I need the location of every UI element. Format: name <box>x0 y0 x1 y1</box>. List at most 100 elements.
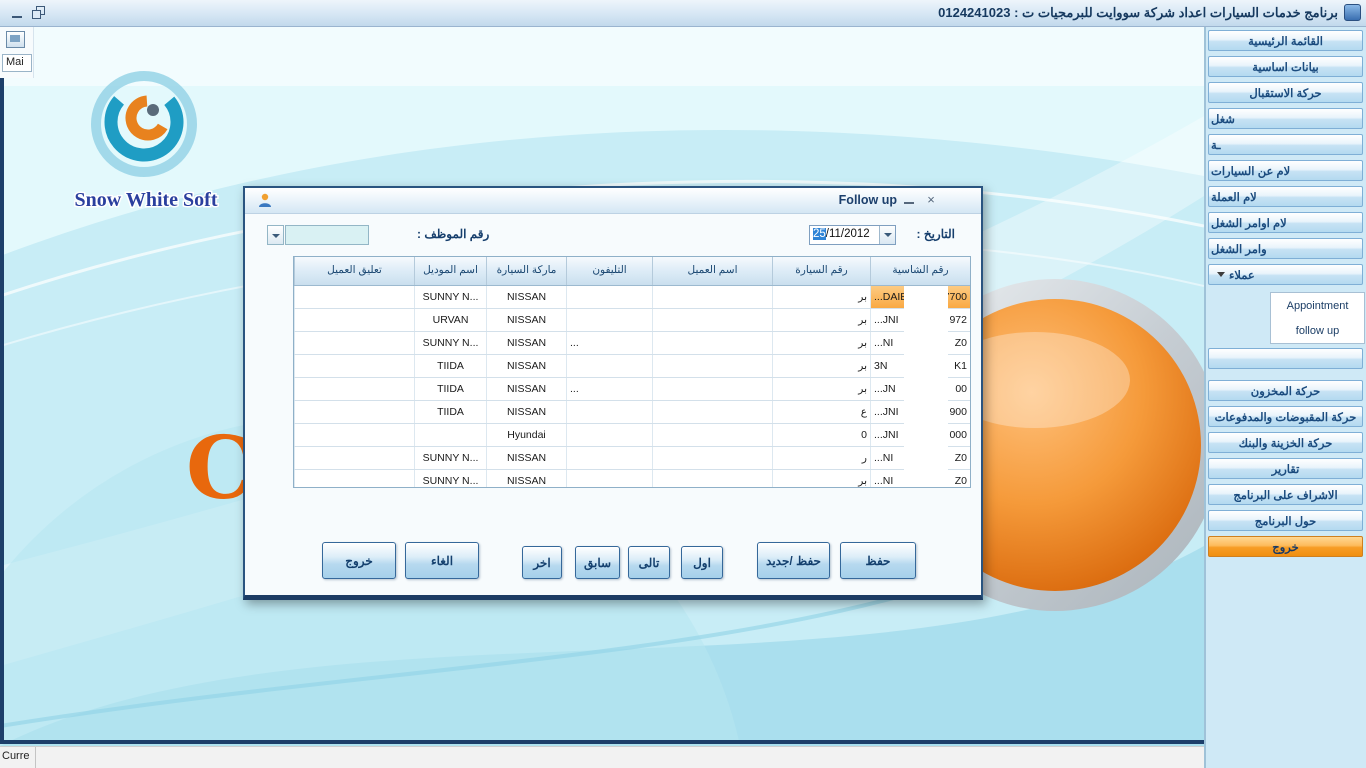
cell-client[interactable] <box>652 355 772 377</box>
cell-client[interactable] <box>652 332 772 354</box>
cell-client[interactable] <box>652 378 772 400</box>
cell-comment[interactable] <box>294 286 414 308</box>
grid-column-comment[interactable]: تعليق العميل <box>294 257 414 285</box>
cell-comment[interactable] <box>294 470 414 488</box>
cell-model[interactable]: TIIDA <box>414 401 486 423</box>
cell-model[interactable] <box>414 424 486 446</box>
sidebar-item-main-menu[interactable]: القائمة الرئيسية <box>1208 30 1363 51</box>
cell-car_no[interactable]: ر <box>772 447 870 469</box>
cell-car_no[interactable]: 0 <box>772 424 870 446</box>
table-row[interactable]: ...NIZ0بر...NISSAN...SUNNY N <box>294 332 970 355</box>
cell-car_no[interactable]: بر <box>772 470 870 488</box>
cell-client[interactable] <box>652 286 772 308</box>
grid-column-model[interactable]: اسم الموديل <box>414 257 486 285</box>
sidebar-item-exit[interactable]: خروج <box>1208 536 1363 557</box>
table-row[interactable]: ...DAIBBAN17700برNISSAN...SUNNY N <box>294 286 970 309</box>
cell-comment[interactable] <box>294 378 414 400</box>
cell-phone[interactable]: ... <box>566 332 652 354</box>
table-row[interactable]: ...NIZ0رNISSAN...SUNNY N <box>294 447 970 470</box>
minimize-button[interactable] <box>10 5 25 20</box>
first-button[interactable]: اول <box>681 546 723 579</box>
grid-column-brand[interactable]: ماركة السيارة <box>486 257 566 285</box>
cell-model[interactable]: ...SUNNY N <box>414 332 486 354</box>
cell-comment[interactable] <box>294 309 414 331</box>
grid-column-phone[interactable]: التليفون <box>566 257 652 285</box>
table-row[interactable]: ...JNI900عNISSANTIIDA <box>294 401 970 424</box>
cell-comment[interactable] <box>294 447 414 469</box>
table-row[interactable]: ...NIZ0برNISSAN...SUNNY N <box>294 470 970 488</box>
cell-brand[interactable]: NISSAN <box>486 309 566 331</box>
sidebar-item-treasury-bank[interactable]: حركة الخزينة والبنك <box>1208 432 1363 453</box>
cell-comment[interactable] <box>294 355 414 377</box>
cell-comment[interactable] <box>294 401 414 423</box>
restore-button[interactable] <box>31 5 46 20</box>
employee-dropdown-button[interactable] <box>267 225 284 245</box>
date-picker[interactable]: 25/11/2012 <box>809 225 896 245</box>
table-row[interactable]: 3NK1برNISSANTIIDA <box>294 355 970 378</box>
table-row[interactable]: ...JNI0000Hyundai <box>294 424 970 447</box>
dialog-minimize-button[interactable] <box>903 191 917 207</box>
cell-phone[interactable] <box>566 447 652 469</box>
cell-model[interactable]: ...SUNNY N <box>414 447 486 469</box>
sidebar-item-cars-inquiry[interactable]: لام عن السيارات <box>1208 160 1363 181</box>
cell-car_no[interactable]: بر <box>772 355 870 377</box>
cell-comment[interactable] <box>294 424 414 446</box>
submenu-item-follow-up[interactable]: follow up <box>1271 318 1364 343</box>
table-row[interactable]: ...JNI972برNISSANURVAN <box>294 309 970 332</box>
sidebar-item-workorders-inquiry[interactable]: لام اوامر الشغل <box>1208 212 1363 233</box>
cell-car_no[interactable]: بر <box>772 309 870 331</box>
sidebar-item-basic-data[interactable]: بيانات اساسية <box>1208 56 1363 77</box>
sidebar-item-work-clipped[interactable]: شغل <box>1208 108 1363 129</box>
sidebar-item-reception[interactable]: حركة الاستقبال <box>1208 82 1363 103</box>
sidebar-item-supervision[interactable]: الاشراف على البرنامج <box>1208 484 1363 505</box>
cell-phone[interactable] <box>566 309 652 331</box>
cell-model[interactable]: ...SUNNY N <box>414 286 486 308</box>
cell-car_no[interactable]: بر <box>772 332 870 354</box>
cell-brand[interactable]: NISSAN <box>486 470 566 488</box>
sidebar-item-customers[interactable]: عملاء <box>1208 264 1363 285</box>
grid-column-car_no[interactable]: رقم السيارة <box>772 257 870 285</box>
sidebar-item-receipts-payments[interactable]: حركة المقبوضات والمدفوعات <box>1208 406 1363 427</box>
cell-phone[interactable] <box>566 286 652 308</box>
cell-brand[interactable]: NISSAN <box>486 378 566 400</box>
submenu-item-appointment[interactable]: Appointment <box>1271 293 1364 318</box>
sidebar-item-fragment[interactable]: ـة <box>1208 134 1363 155</box>
cell-client[interactable] <box>652 424 772 446</box>
cell-phone[interactable] <box>566 401 652 423</box>
employee-input[interactable] <box>285 225 369 245</box>
save-button[interactable]: حفظ <box>840 542 916 579</box>
table-row[interactable]: ...JN00بر...NISSANTIIDA <box>294 378 970 401</box>
cell-brand[interactable]: NISSAN <box>486 401 566 423</box>
cancel-button[interactable]: الغاء <box>405 542 479 579</box>
previous-button[interactable]: سابق <box>575 546 620 579</box>
cell-brand[interactable]: NISSAN <box>486 355 566 377</box>
cell-phone[interactable] <box>566 470 652 488</box>
cell-model[interactable]: URVAN <box>414 309 486 331</box>
sidebar-item-about[interactable]: حول البرنامج <box>1208 510 1363 531</box>
cell-car_no[interactable]: ع <box>772 401 870 423</box>
grid-column-client[interactable]: اسم العميل <box>652 257 772 285</box>
last-button[interactable]: اخر <box>522 546 562 579</box>
cell-model[interactable]: TIIDA <box>414 355 486 377</box>
sidebar-item-currency-inquiry[interactable]: لام العملة <box>1208 186 1363 207</box>
grid-column-chassis[interactable]: رقم الشاسية <box>870 257 970 285</box>
cell-client[interactable] <box>652 309 772 331</box>
cell-brand[interactable]: NISSAN <box>486 332 566 354</box>
cell-car_no[interactable]: بر <box>772 286 870 308</box>
cell-brand[interactable]: NISSAN <box>486 286 566 308</box>
save-new-button[interactable]: حفظ /جديد <box>757 542 830 579</box>
sidebar-item-reports[interactable]: تقارير <box>1208 458 1363 479</box>
cell-client[interactable] <box>652 470 772 488</box>
cell-client[interactable] <box>652 401 772 423</box>
cell-car_no[interactable]: بر <box>772 378 870 400</box>
sidebar-item-blank[interactable] <box>1208 348 1363 369</box>
cell-client[interactable] <box>652 447 772 469</box>
cell-phone[interactable] <box>566 355 652 377</box>
next-button[interactable]: تالى <box>628 546 670 579</box>
dialog-titlebar[interactable]: Follow up × <box>245 188 981 214</box>
toolbar-window-icon[interactable] <box>6 31 25 48</box>
cell-comment[interactable] <box>294 332 414 354</box>
cell-brand[interactable]: NISSAN <box>486 447 566 469</box>
dialog-close-button[interactable]: × <box>923 191 939 208</box>
date-dropdown-arrow-icon[interactable] <box>879 226 895 244</box>
